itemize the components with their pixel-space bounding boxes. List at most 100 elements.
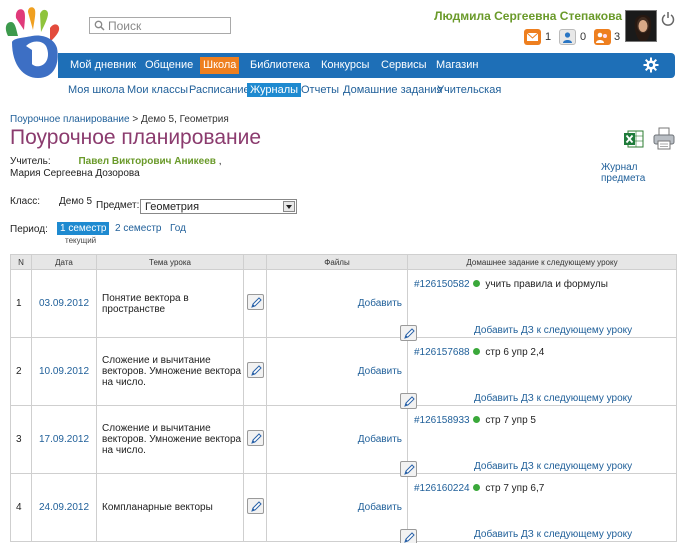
class-value: Демо 5 bbox=[59, 196, 93, 207]
homework-entry: #126158933 стр 7 упр 5 bbox=[414, 415, 536, 426]
subnav-reports[interactable]: Отчеты bbox=[301, 83, 339, 97]
homework-id-link[interactable]: #126160224 bbox=[414, 483, 470, 494]
status-dot-icon bbox=[472, 416, 480, 423]
subnav-schedule[interactable]: Расписание bbox=[189, 83, 250, 97]
user-name-link[interactable]: Людмила Сергеевна Степакова bbox=[434, 9, 622, 23]
nav-shop[interactable]: Магазин bbox=[436, 53, 478, 78]
search-icon bbox=[94, 20, 105, 31]
subnav-my-classes[interactable]: Мои классы bbox=[127, 83, 188, 97]
homework-cell: #126160224 стр 7 упр 6,7 Добавить ДЗ к сл… bbox=[400, 473, 677, 543]
add-file-link[interactable]: Добавить bbox=[266, 405, 408, 474]
page-title: Поурочное планирование bbox=[10, 126, 262, 149]
pencil-icon[interactable] bbox=[246, 429, 264, 446]
col-header-topic: Тема урока bbox=[96, 254, 244, 270]
period-2-semester-tab[interactable]: 2 семестр bbox=[115, 223, 161, 234]
table-row: 4 24.09.2012 Компланарные векторы Добавить #… bbox=[10, 473, 677, 543]
add-homework-link[interactable]: Добавить ДЗ к следующему уроку bbox=[474, 393, 632, 404]
homework-id-link[interactable]: #126157688 bbox=[414, 347, 470, 358]
breadcrumb: Поурочное планирование > Демо 5, Геометр… bbox=[10, 114, 229, 125]
search-input[interactable]: Поиск bbox=[89, 17, 231, 34]
mail-count: 1 bbox=[545, 31, 552, 43]
subnav-journals[interactable]: Журналы bbox=[247, 83, 302, 97]
main-navbar: Мой дневник Общение Школа Библиотека Кон… bbox=[58, 53, 675, 78]
col-header-date: Дата bbox=[31, 254, 97, 270]
print-icon[interactable] bbox=[652, 127, 676, 151]
subject-select-value: Геометрия bbox=[145, 201, 200, 213]
period-label: Период: bbox=[10, 224, 48, 235]
homework-text: стр 7 упр 6,7 bbox=[485, 483, 545, 494]
friends-icon[interactable] bbox=[559, 29, 576, 45]
table-row: 1 03.09.2012 Понятие вектора в пространств… bbox=[10, 269, 677, 341]
teacher-name-2[interactable]: Мария Сергеевна Дозорова bbox=[10, 168, 140, 179]
lesson-topic: Компланарные векторы bbox=[96, 473, 244, 542]
teacher-name-1[interactable]: Павел Викторович Аникеев bbox=[78, 156, 216, 167]
homework-id-link[interactable]: #126150582 bbox=[414, 279, 470, 290]
add-file-link[interactable]: Добавить bbox=[266, 473, 408, 542]
nav-library[interactable]: Библиотека bbox=[250, 53, 310, 78]
pencil-icon[interactable] bbox=[246, 361, 264, 378]
community-count: 3 bbox=[614, 31, 621, 43]
status-dot-icon bbox=[472, 348, 480, 355]
mail-icon[interactable] bbox=[524, 29, 541, 45]
add-file-link[interactable]: Добавить bbox=[266, 269, 408, 338]
table-row: 2 10.09.2012 Сложение и вычитание векторов… bbox=[10, 337, 677, 409]
lesson-date-link[interactable]: 24.09.2012 bbox=[31, 473, 97, 542]
edit-topic-cell bbox=[243, 405, 267, 474]
table-row: 3 17.09.2012 Сложение и вычитание векторов… bbox=[10, 405, 677, 477]
homework-cell: #126158933 стр 7 упр 5 Добавить ДЗ к след… bbox=[400, 405, 677, 477]
subject-select[interactable]: Геометрия bbox=[140, 199, 297, 214]
power-icon[interactable] bbox=[661, 11, 675, 26]
subnav-my-school[interactable]: Моя школа bbox=[68, 83, 125, 97]
homework-cell: #126150582 учить правила и формулы Добави… bbox=[400, 269, 677, 341]
community-icon[interactable] bbox=[594, 29, 611, 45]
nav-my-diary[interactable]: Мой дневник bbox=[70, 53, 136, 78]
nav-services[interactable]: Сервисы bbox=[381, 53, 427, 78]
search-placeholder: Поиск bbox=[108, 19, 142, 33]
gear-icon[interactable] bbox=[643, 57, 659, 73]
homework-text: стр 7 упр 5 bbox=[485, 415, 536, 426]
avatar[interactable] bbox=[625, 10, 657, 42]
teacher-comma: , bbox=[218, 156, 222, 167]
teacher-info: Учитель: Павел Викторович Аникеев , Мари… bbox=[10, 156, 222, 180]
add-file-link[interactable]: Добавить bbox=[266, 337, 408, 406]
add-homework-link[interactable]: Добавить ДЗ к следующему уроку bbox=[474, 325, 632, 336]
excel-export-icon[interactable] bbox=[624, 129, 644, 149]
nav-communication[interactable]: Общение bbox=[145, 53, 193, 78]
homework-cell: #126157688 стр 6 упр 2,4 Добавить ДЗ к сл… bbox=[400, 337, 677, 409]
lesson-date-link[interactable]: 03.09.2012 bbox=[31, 269, 97, 338]
pencil-icon[interactable] bbox=[400, 528, 417, 543]
add-homework-link[interactable]: Добавить ДЗ к следующему уроку bbox=[474, 529, 632, 540]
nav-contests[interactable]: Конкурсы bbox=[321, 53, 369, 78]
period-year-tab[interactable]: Год bbox=[170, 223, 186, 234]
col-header-n: N bbox=[10, 254, 32, 270]
homework-text: учить правила и формулы bbox=[485, 279, 608, 290]
homework-entry: #126157688 стр 6 упр 2,4 bbox=[414, 347, 544, 358]
lesson-date-link[interactable]: 17.09.2012 bbox=[31, 405, 97, 474]
journal-subject-link[interactable]: Журнал предмета bbox=[601, 162, 680, 184]
row-number: 2 bbox=[10, 337, 32, 406]
lesson-topic: Сложение и вычитание векторов. Умножение… bbox=[96, 405, 244, 474]
row-number: 3 bbox=[10, 405, 32, 474]
edit-topic-cell bbox=[243, 473, 267, 542]
lesson-date-link[interactable]: 10.09.2012 bbox=[31, 337, 97, 406]
hand-logo[interactable] bbox=[2, 6, 64, 80]
subnav-homework[interactable]: Домашние задания bbox=[343, 83, 442, 97]
lesson-topic: Сложение и вычитание векторов. Умножение… bbox=[96, 337, 244, 406]
period-1-semester-tab[interactable]: 1 семестр bbox=[57, 222, 110, 235]
nav-school[interactable]: Школа bbox=[200, 57, 240, 74]
breadcrumb-link[interactable]: Поурочное планирование bbox=[10, 114, 130, 125]
col-header-files: Файлы bbox=[266, 254, 408, 270]
class-label: Класс: bbox=[10, 196, 40, 207]
pencil-icon[interactable] bbox=[246, 497, 264, 514]
col-header-edit bbox=[243, 254, 267, 270]
homework-id-link[interactable]: #126158933 bbox=[414, 415, 470, 426]
pencil-icon[interactable] bbox=[246, 293, 264, 310]
lesson-topic: Понятие вектора в пространстве bbox=[96, 269, 244, 338]
status-dot-icon bbox=[472, 280, 480, 287]
lesson-plan-table: N Дата Тема урока Файлы Домашнее задание… bbox=[10, 254, 677, 543]
friends-count: 0 bbox=[580, 31, 587, 43]
subnav-teachers-room[interactable]: Учительская bbox=[437, 83, 501, 97]
add-homework-link[interactable]: Добавить ДЗ к следующему уроку bbox=[474, 461, 632, 472]
chevron-down-icon[interactable] bbox=[283, 201, 295, 212]
avatar-image bbox=[626, 11, 656, 41]
